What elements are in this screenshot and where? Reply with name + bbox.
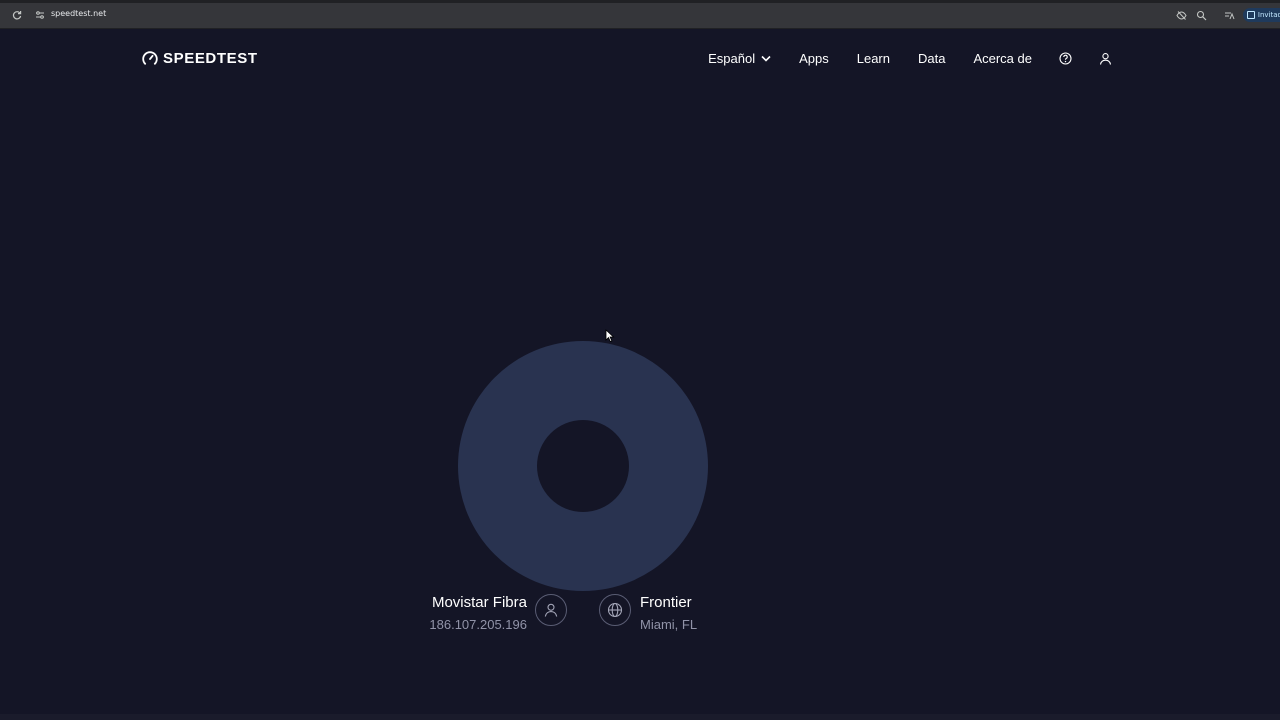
nav-learn[interactable]: Learn [857, 51, 890, 66]
zoom-icon[interactable] [1195, 8, 1209, 22]
nav-about[interactable]: Acerca de [973, 51, 1032, 66]
help-icon[interactable] [1058, 51, 1072, 65]
site-info-icon[interactable] [33, 8, 47, 22]
bottom-edge [0, 714, 1280, 720]
address-bar-url[interactable]: speedtest.net [51, 9, 106, 18]
language-label: Español [708, 50, 756, 66]
account-icon[interactable] [1098, 51, 1112, 65]
nav-data[interactable]: Data [918, 51, 945, 66]
logo-text: SPEEDTEST [163, 50, 258, 67]
guest-profile-chip[interactable]: Invitad [1242, 8, 1280, 22]
nav-apps[interactable]: Apps [799, 51, 829, 66]
browser-toolbar: speedtest.net Invitad [0, 0, 1280, 29]
toolbar-actions: Invitad [1175, 6, 1280, 24]
server-location: Miami, FL [640, 617, 698, 632]
isp-ip-address: 186.107.205.196 [429, 617, 527, 632]
eye-off-icon[interactable] [1175, 8, 1189, 22]
globe-icon[interactable] [599, 594, 631, 626]
main-nav: Español Apps Learn Data Acerca de [708, 48, 1112, 68]
language-selector[interactable]: Español [708, 51, 771, 66]
profile-icon [1246, 11, 1255, 19]
speed-gauge-center [537, 420, 629, 512]
isp-info: Movistar Fibra 186.107.205.196 [380, 593, 527, 633]
user-icon[interactable] [535, 594, 567, 626]
server-name[interactable]: Frontier [640, 593, 800, 612]
isp-name: Movistar Fibra [431, 594, 527, 611]
chevron-down-icon [761, 55, 771, 62]
server-info: Frontier Miami, FL [640, 593, 800, 633]
profile-label: Invitad [1257, 11, 1280, 19]
speedtest-logo[interactable]: SPEEDTEST [142, 50, 258, 67]
browser-tab-strip [0, 0, 1280, 3]
gauge-logo-icon [142, 50, 158, 65]
reload-icon[interactable] [10, 8, 24, 22]
translate-icon[interactable] [1223, 8, 1237, 22]
mouse-cursor-icon [605, 329, 615, 343]
speed-gauge-ring [458, 341, 708, 591]
